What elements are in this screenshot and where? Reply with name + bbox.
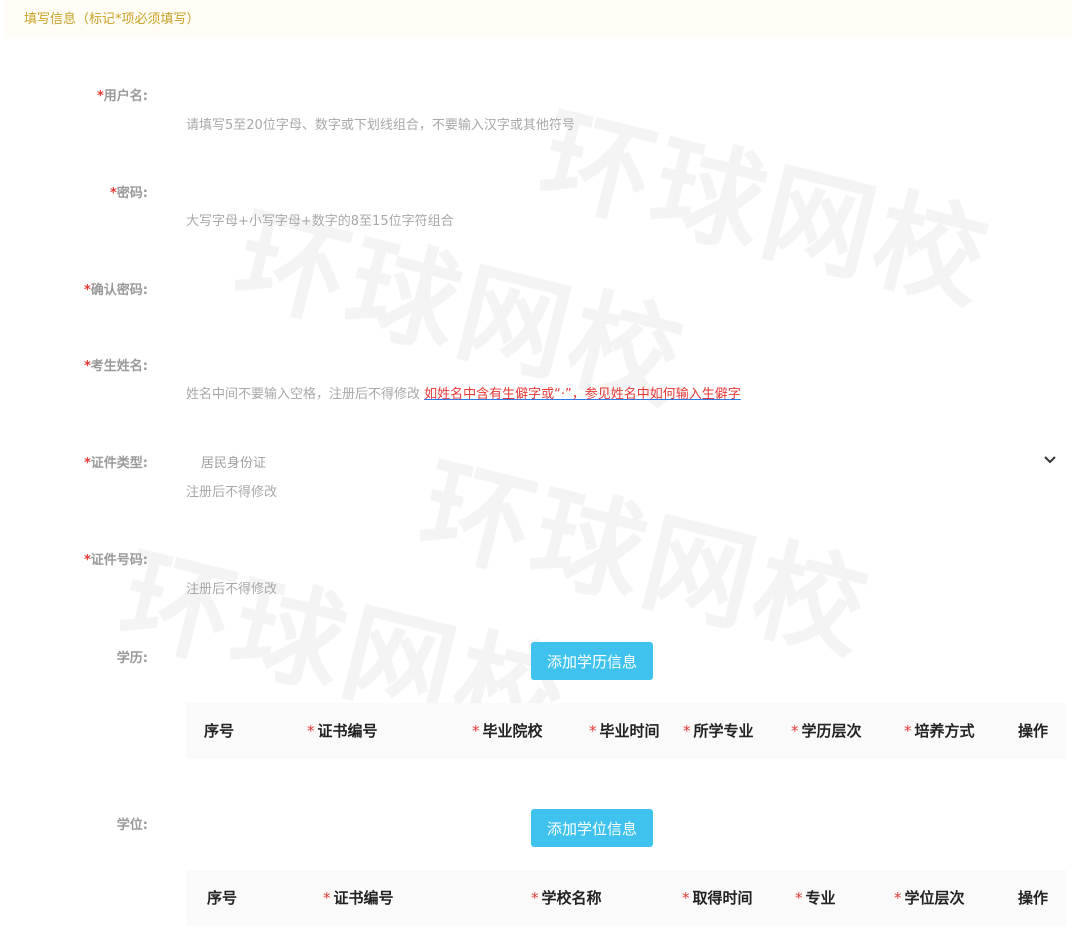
username-hint: 请填写5至20位字母、数字或下划线组合，不要输入汉字或其他符号: [186, 118, 575, 133]
confirm-password-label: *确认密码:: [83, 283, 148, 298]
add-education-button[interactable]: 添加学历信息: [531, 642, 653, 680]
name-hint-text: 姓名中间不要输入空格，注册后不得修改: [186, 387, 421, 402]
column-header-index: 序号: [207, 889, 238, 907]
password-label: *密码:: [109, 186, 148, 201]
column-header-actions: 操作: [1018, 889, 1049, 907]
required-mark: *: [109, 186, 117, 201]
required-mark: *: [83, 359, 91, 374]
degree-label: 学位:: [116, 818, 148, 833]
column-header-certificate-number: * 证书编号: [307, 722, 378, 740]
column-header-school-name: * 学校名称: [531, 889, 602, 907]
column-header-study-mode: * 培养方式: [904, 722, 975, 740]
id-number-label: *证件号码:: [83, 553, 148, 568]
column-header-obtained-time: * 取得时间: [682, 889, 753, 907]
add-degree-button[interactable]: 添加学位信息: [531, 809, 653, 847]
required-mark: *: [83, 283, 91, 298]
username-label: *用户名:: [96, 89, 148, 104]
column-header-graduate-school: * 毕业院校: [472, 722, 543, 740]
password-input[interactable]: [186, 177, 1070, 205]
password-hint: 大写字母+小写字母+数字的8至15位字符组合: [186, 214, 454, 229]
column-header-index: 序号: [204, 722, 235, 740]
name-hint: 姓名中间不要输入空格，注册后不得修改 如姓名中含有生僻字或“·”，参见姓名中如何…: [186, 383, 741, 402]
column-header-major: * 专业: [795, 889, 836, 907]
name-input[interactable]: [186, 350, 1070, 378]
required-mark: *: [83, 553, 91, 568]
id-number-hint: 注册后不得修改: [186, 582, 278, 597]
username-input[interactable]: [186, 80, 1070, 108]
column-header-major: * 所学专业: [683, 722, 754, 740]
id-type-hint: 注册后不得修改: [186, 485, 278, 500]
column-header-degree-level: * 学位层次: [894, 889, 965, 907]
confirm-password-input[interactable]: [186, 274, 1070, 302]
education-label: 学历:: [116, 651, 148, 666]
required-mark: *: [96, 89, 104, 104]
id-type-label: *证件类型:: [83, 456, 148, 471]
id-number-input[interactable]: [186, 544, 1070, 572]
notice-text: 填写信息（标记*项必须填写）: [24, 12, 200, 27]
id-type-select[interactable]: [186, 446, 1066, 474]
notice-bar: 填写信息（标记*项必须填写）: [5, 0, 1072, 38]
id-type-select-value: 居民身份证: [201, 456, 267, 471]
education-table-header: 序号 * 证书编号 * 毕业院校 * 毕业时间 * 所学专业 * 学历层次 * 培养方式 操…: [186, 703, 1066, 759]
required-mark: *: [83, 456, 91, 471]
column-header-certificate-number: * 证书编号: [323, 889, 394, 907]
rare-character-help-link[interactable]: 如姓名中含有生僻字或“·”，参见姓名中如何输入生僻字: [424, 387, 741, 402]
name-label: *考生姓名:: [83, 359, 148, 374]
column-header-education-level: * 学历层次: [791, 722, 862, 740]
column-header-actions: 操作: [1018, 722, 1049, 740]
degree-table-header: 序号 * 证书编号 * 学校名称 * 取得时间 * 专业 * 学位层次 操作: [186, 870, 1066, 926]
column-header-graduation-time: * 毕业时间: [589, 722, 660, 740]
chevron-down-icon[interactable]: [1043, 455, 1057, 465]
